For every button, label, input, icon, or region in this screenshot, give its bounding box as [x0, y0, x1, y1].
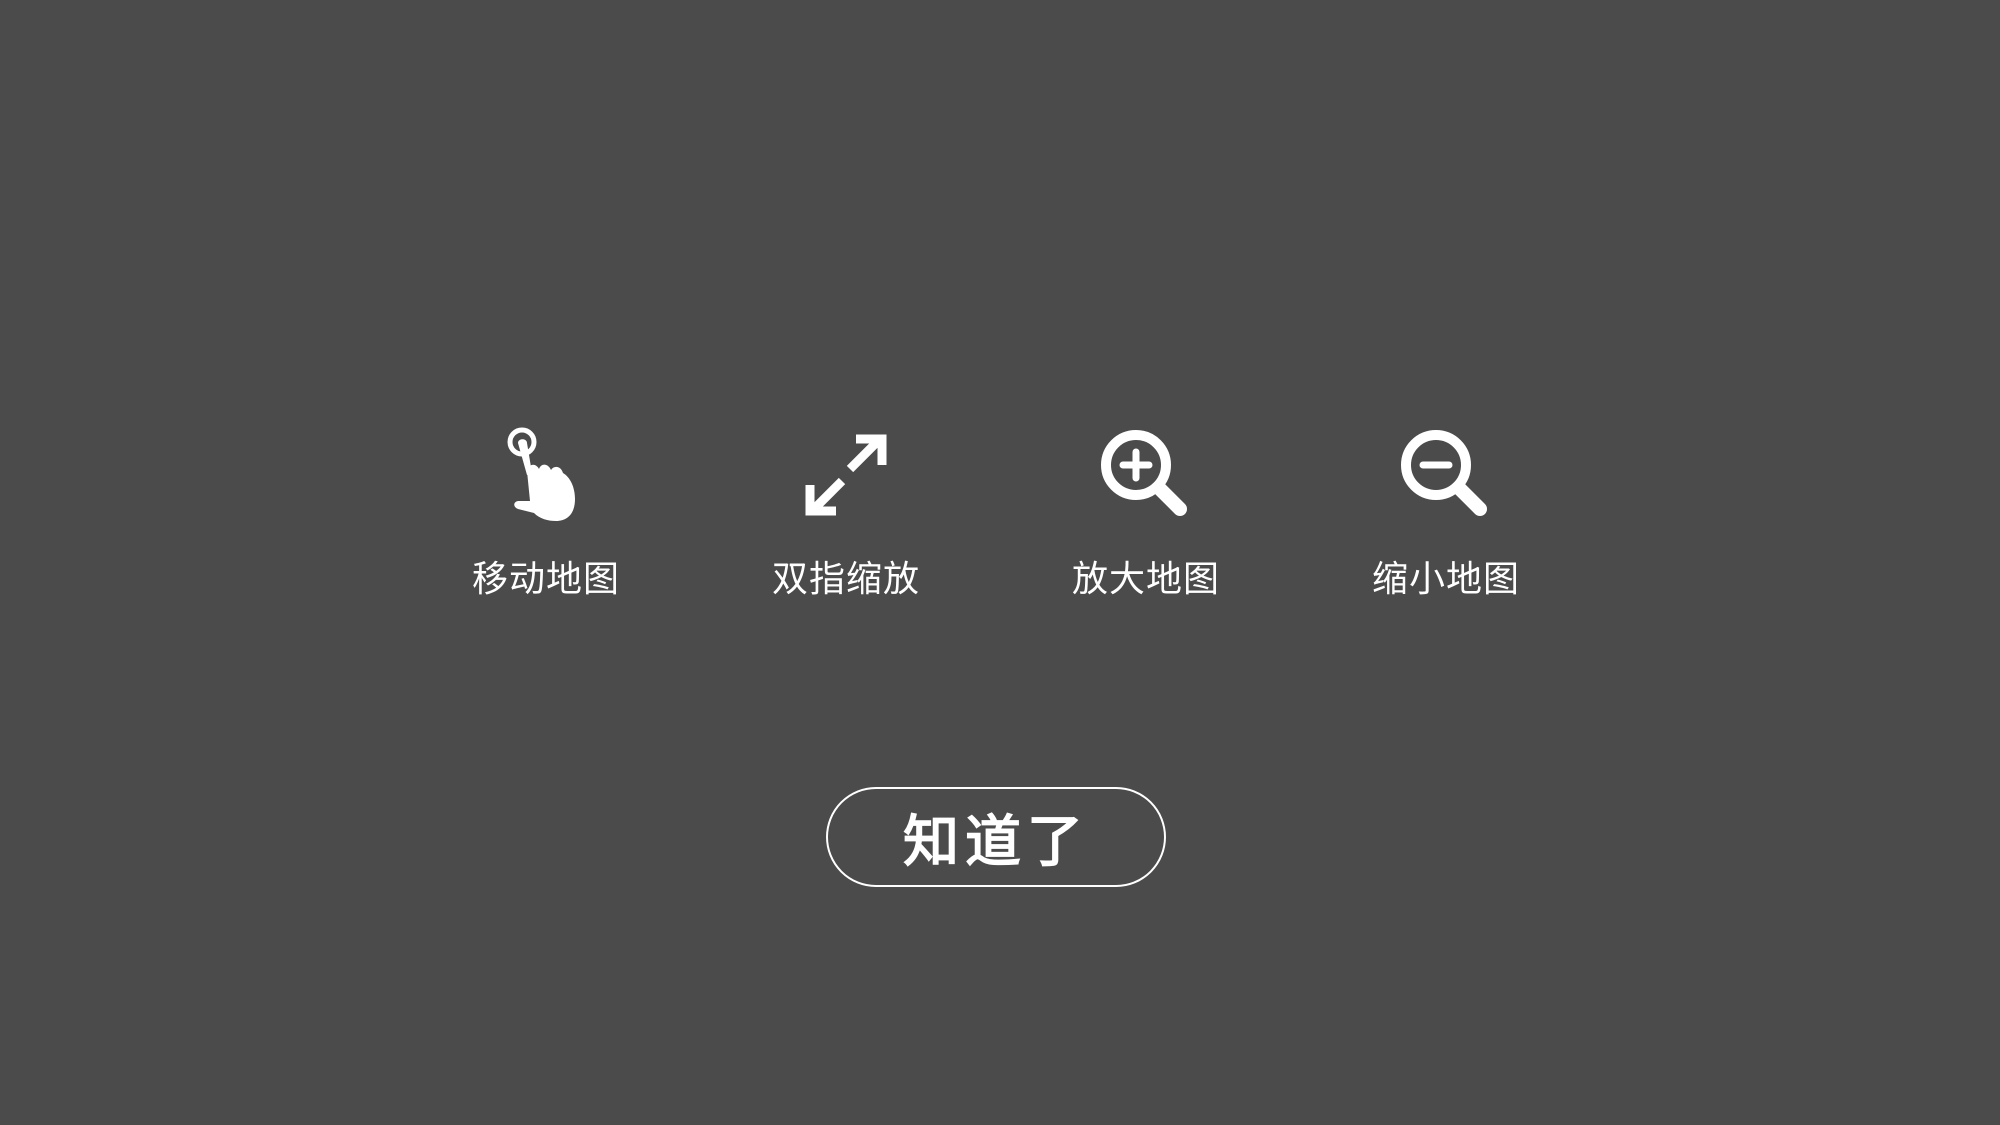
got-it-button[interactable]: 知道了 [826, 787, 1166, 887]
zoom-out-icon [1396, 425, 1496, 525]
gesture-guide-list: 移动地图 双指缩放 放大地图 缩小地图 [0, 0, 2000, 620]
gesture-label-zoom-out: 缩小地图 [1371, 559, 1520, 600]
gesture-item-move-map: 移动地图 [446, 425, 646, 600]
gesture-item-zoom-in: 放大地图 [1046, 425, 1246, 600]
gesture-item-zoom-out: 缩小地图 [1346, 425, 1546, 600]
gesture-label-move-map: 移动地图 [471, 559, 620, 600]
gesture-label-pinch-zoom: 双指缩放 [771, 559, 920, 600]
gesture-item-pinch-zoom: 双指缩放 [746, 425, 946, 600]
zoom-in-icon [1096, 425, 1196, 525]
map-gesture-help-overlay: 移动地图 双指缩放 放大地图 缩小地图 知道了 [0, 0, 2000, 1125]
gesture-label-zoom-in: 放大地图 [1071, 559, 1220, 600]
pinch-expand-icon [796, 425, 896, 525]
tap-hand-icon [496, 425, 596, 525]
